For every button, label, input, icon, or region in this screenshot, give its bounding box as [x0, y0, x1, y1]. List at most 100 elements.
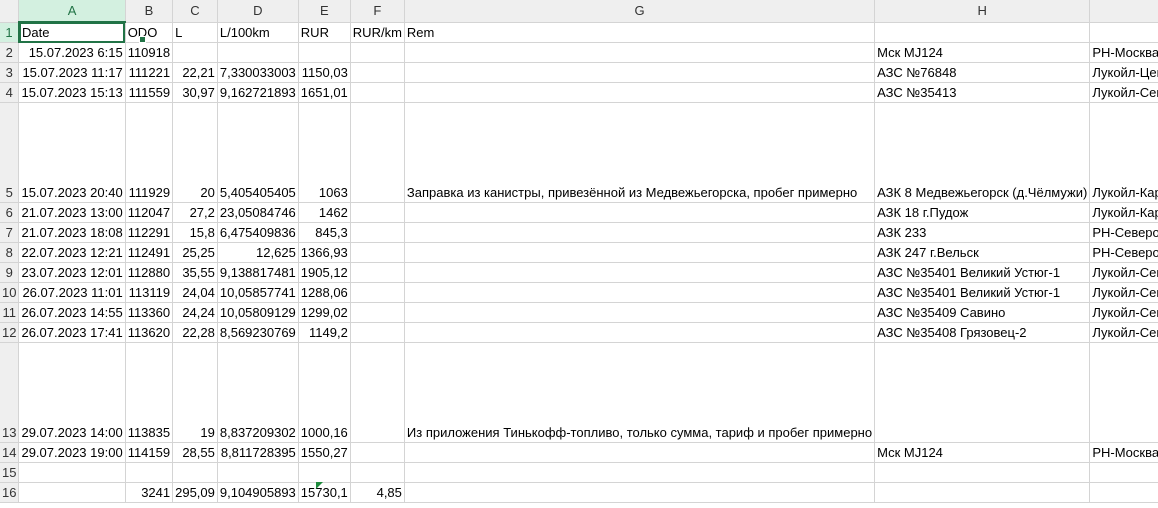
- cell-f16[interactable]: 4,85: [350, 482, 405, 503]
- cell-d11[interactable]: 10,05809129: [217, 302, 299, 323]
- row-header-1[interactable]: 1: [0, 22, 20, 43]
- cell-f6[interactable]: [350, 202, 405, 223]
- row-header-15[interactable]: 15: [0, 462, 20, 483]
- cell-g16[interactable]: [404, 482, 876, 503]
- cell-c10[interactable]: 24,04: [172, 282, 218, 303]
- cell-b5[interactable]: 111929: [125, 102, 174, 203]
- cell-i9[interactable]: Лукойл-Северо-Западнефтепродукт: [1089, 262, 1158, 283]
- cell-e9[interactable]: 1905,12: [298, 262, 351, 283]
- row-header-3[interactable]: 3: [0, 62, 20, 83]
- cell-h7[interactable]: АЗК 233: [874, 222, 1091, 243]
- row-header-7[interactable]: 7: [0, 222, 20, 243]
- cell-e7[interactable]: 845,3: [298, 222, 351, 243]
- row-header-9[interactable]: 9: [0, 262, 20, 283]
- cell-h16[interactable]: [874, 482, 1091, 503]
- cell-c1[interactable]: L: [172, 22, 218, 43]
- cell-a13[interactable]: 29.07.2023 14:00: [18, 342, 126, 443]
- cell-g11[interactable]: [404, 302, 876, 323]
- row-header-16[interactable]: 16: [0, 482, 20, 503]
- cell-h5[interactable]: АЗК 8 Медвежьегорск (д.Чёлмужи): [874, 102, 1091, 203]
- cell-d4[interactable]: 9,162721893: [217, 82, 299, 103]
- cell-b3[interactable]: 111221: [125, 62, 174, 83]
- cell-f2[interactable]: [350, 42, 405, 63]
- cell-f12[interactable]: [350, 322, 405, 343]
- cell-c2[interactable]: [172, 42, 218, 63]
- cell-i14[interactable]: РН-Москва: [1089, 442, 1158, 463]
- row-header-6[interactable]: 6: [0, 202, 20, 223]
- cell-c11[interactable]: 24,24: [172, 302, 218, 323]
- cell-i11[interactable]: Лукойл-Северо-Западнефтепродукт: [1089, 302, 1158, 323]
- cell-i12[interactable]: Лукойл-Северо-Западнефтепродукт: [1089, 322, 1158, 343]
- cell-f11[interactable]: [350, 302, 405, 323]
- cell-h13[interactable]: [874, 342, 1091, 443]
- cell-f3[interactable]: [350, 62, 405, 83]
- cell-d5[interactable]: 5,405405405: [217, 102, 299, 203]
- cell-f7[interactable]: [350, 222, 405, 243]
- cell-h15[interactable]: [874, 462, 1091, 483]
- cell-e6[interactable]: 1462: [298, 202, 351, 223]
- cell-f4[interactable]: [350, 82, 405, 103]
- cell-h1[interactable]: [874, 22, 1091, 43]
- cell-e11[interactable]: 1299,02: [298, 302, 351, 323]
- cell-h9[interactable]: АЗС №35401 Великий Устюг-1: [874, 262, 1091, 283]
- column-header-a[interactable]: A: [18, 0, 126, 23]
- cell-d6[interactable]: 23,05084746: [217, 202, 299, 223]
- cell-g3[interactable]: [404, 62, 876, 83]
- cell-g7[interactable]: [404, 222, 876, 243]
- cell-f15[interactable]: [350, 462, 405, 483]
- cell-f5[interactable]: [350, 102, 405, 203]
- cell-e15[interactable]: [298, 462, 351, 483]
- cell-b13[interactable]: 113835: [125, 342, 174, 443]
- cell-a3[interactable]: 15.07.2023 11:17: [18, 62, 126, 83]
- cell-g6[interactable]: [404, 202, 876, 223]
- cell-c9[interactable]: 35,55: [172, 262, 218, 283]
- cell-f10[interactable]: [350, 282, 405, 303]
- cell-d9[interactable]: 9,138817481: [217, 262, 299, 283]
- cell-g2[interactable]: [404, 42, 876, 63]
- cell-a1[interactable]: Date: [18, 22, 126, 43]
- cell-i15[interactable]: [1089, 462, 1158, 483]
- cell-b8[interactable]: 112491: [125, 242, 174, 263]
- select-all-corner[interactable]: [0, 0, 20, 23]
- column-header-e[interactable]: E: [298, 0, 351, 23]
- cell-g14[interactable]: [404, 442, 876, 463]
- cell-b7[interactable]: 112291: [125, 222, 174, 243]
- cell-d10[interactable]: 10,05857741: [217, 282, 299, 303]
- cell-b2[interactable]: 110918: [125, 42, 174, 63]
- cell-b12[interactable]: 113620: [125, 322, 174, 343]
- cell-g5[interactable]: Заправка из канистры, привезённой из Мед…: [404, 102, 876, 203]
- cell-d8[interactable]: 12,625: [217, 242, 299, 263]
- column-header-g[interactable]: G: [404, 0, 876, 23]
- cell-g4[interactable]: [404, 82, 876, 103]
- cell-b15[interactable]: [125, 462, 174, 483]
- cell-b11[interactable]: 113360: [125, 302, 174, 323]
- cell-a15[interactable]: [18, 462, 126, 483]
- cell-a12[interactable]: 26.07.2023 17:41: [18, 322, 126, 343]
- row-header-10[interactable]: 10: [0, 282, 20, 303]
- cell-a14[interactable]: 29.07.2023 19:00: [18, 442, 126, 463]
- cell-g10[interactable]: [404, 282, 876, 303]
- cell-g8[interactable]: [404, 242, 876, 263]
- column-header-d[interactable]: D: [217, 0, 299, 23]
- cell-h4[interactable]: АЗС №35413: [874, 82, 1091, 103]
- cell-c6[interactable]: 27,2: [172, 202, 218, 223]
- cell-i8[interactable]: РН-Северо-Запад: [1089, 242, 1158, 263]
- row-header-14[interactable]: 14: [0, 442, 20, 463]
- cell-e10[interactable]: 1288,06: [298, 282, 351, 303]
- cell-h11[interactable]: АЗС №35409 Савино: [874, 302, 1091, 323]
- cell-g12[interactable]: [404, 322, 876, 343]
- column-header-c[interactable]: C: [172, 0, 218, 23]
- fill-handle[interactable]: [139, 36, 146, 43]
- cell-a11[interactable]: 26.07.2023 14:55: [18, 302, 126, 323]
- cell-h6[interactable]: АЗК 18 г.Пудож: [874, 202, 1091, 223]
- cell-a9[interactable]: 23.07.2023 12:01: [18, 262, 126, 283]
- cell-i16[interactable]: [1089, 482, 1158, 503]
- cell-e12[interactable]: 1149,2: [298, 322, 351, 343]
- cell-b4[interactable]: 111559: [125, 82, 174, 103]
- cell-h2[interactable]: Мск MJ124: [874, 42, 1091, 63]
- cell-e1[interactable]: RUR: [298, 22, 351, 43]
- cell-e14[interactable]: 1550,27: [298, 442, 351, 463]
- row-header-12[interactable]: 12: [0, 322, 20, 343]
- cell-c8[interactable]: 25,25: [172, 242, 218, 263]
- cell-a6[interactable]: 21.07.2023 13:00: [18, 202, 126, 223]
